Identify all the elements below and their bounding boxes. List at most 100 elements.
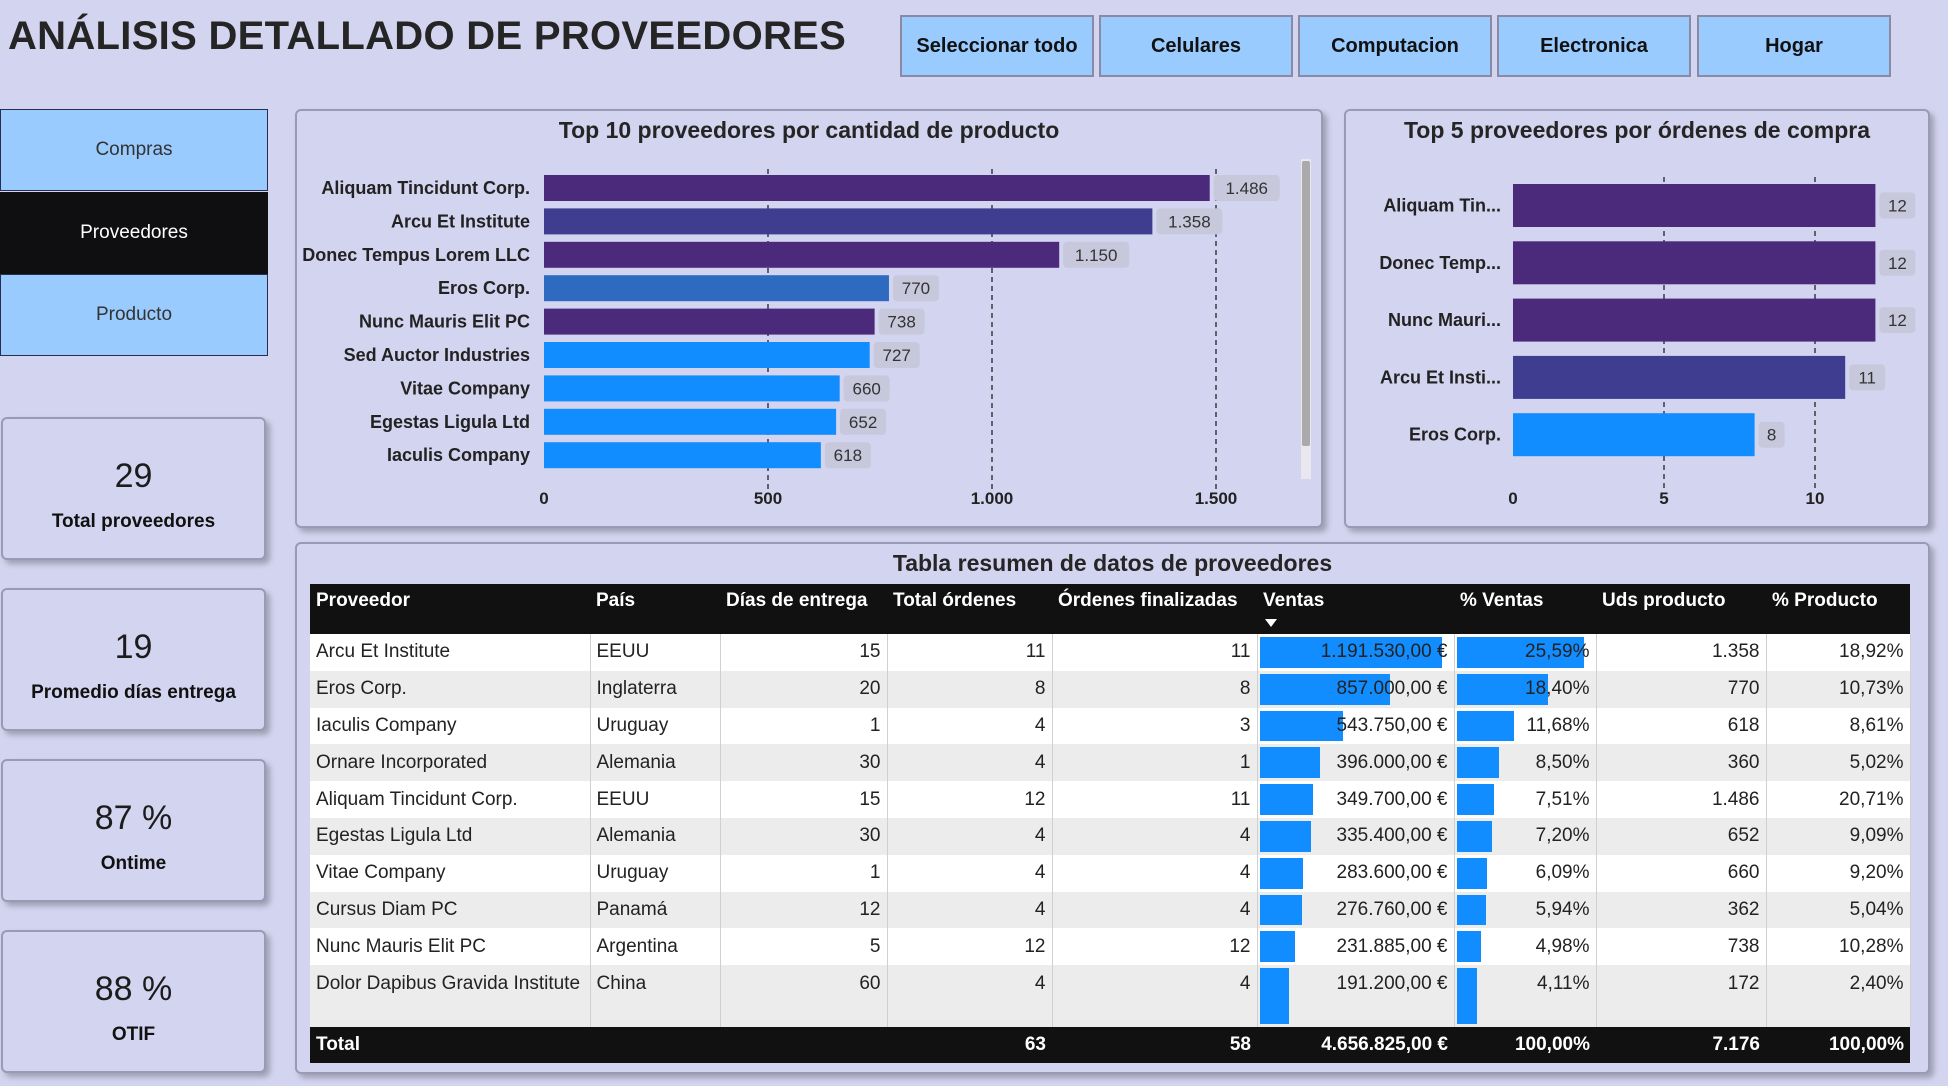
sort-descending-icon: [1265, 618, 1277, 627]
column-header[interactable]: % Producto: [1766, 584, 1910, 634]
data-label: 1.486: [1225, 179, 1268, 198]
data-bar: [1456, 894, 1486, 926]
cell-uds-producto: 770: [1596, 670, 1767, 708]
scrollbar-thumb[interactable]: [1302, 161, 1310, 446]
table-row[interactable]: Ornare Incorporated Alemania 30 4 1 396.000,0…: [310, 744, 1911, 782]
column-header[interactable]: Días de entrega: [720, 584, 887, 634]
column-header[interactable]: Proveedor: [310, 584, 590, 634]
filter-button-celulares[interactable]: Celulares: [1099, 15, 1293, 77]
cell-pct-ventas: 7,51%: [1454, 781, 1597, 818]
kpi-label: Ontime: [100, 853, 167, 874]
column-header[interactable]: Total órdenes: [887, 584, 1052, 634]
kpi-value: 87 %: [94, 799, 173, 837]
cell-text: 4,11%: [1537, 973, 1590, 995]
cell-pct-ventas: 8,50%: [1454, 744, 1597, 782]
cell-ordenes-finalizadas: 4: [1052, 854, 1258, 892]
cell-pais: Alemania: [590, 817, 721, 855]
data-label: 11: [1858, 368, 1876, 387]
cell-pct-producto: 10,28%: [1766, 928, 1911, 966]
kpi-value: 19: [114, 628, 153, 666]
table-row[interactable]: Dolor Dapibus Gravida Institute China 60 4 4…: [310, 965, 1911, 1028]
bar: [1513, 298, 1876, 342]
x-tick-label: 0: [539, 489, 548, 508]
table-row[interactable]: Arcu Et Institute EEUU 15 11 11 1.191.530,00 …: [310, 634, 1911, 671]
column-header[interactable]: Órdenes finalizadas: [1052, 584, 1257, 634]
cell-ordenes-finalizadas: 4: [1052, 891, 1258, 929]
cell-pct-ventas: 6,09%: [1454, 854, 1597, 892]
cell-pct-producto: 9,09%: [1766, 817, 1911, 855]
cell-text: 396.000,00 €: [1336, 751, 1448, 773]
data-label: 652: [849, 413, 877, 432]
column-header-ventas[interactable]: Ventas: [1257, 584, 1454, 634]
category-label: Nunc Mauris Elit PC: [359, 312, 530, 332]
cell-proveedor: Cursus Diam PC: [310, 891, 591, 929]
total-cell: 63: [887, 1027, 1052, 1064]
cell-text: 18,40%: [1525, 678, 1590, 700]
category-label: Arcu Et Institute: [391, 211, 530, 231]
cell-proveedor: Ornare Incorporated: [310, 744, 591, 782]
table-row[interactable]: Aliquam Tincidunt Corp. EEUU 15 12 11 349.700…: [310, 781, 1911, 818]
data-bar: [1456, 710, 1515, 742]
table-row[interactable]: Egestas Ligula Ltd Alemania 30 4 4 335.400,00…: [310, 817, 1911, 855]
cell-proveedor: Vitae Company: [310, 854, 591, 892]
cell-total-ordenes: 4: [887, 707, 1053, 745]
filter-button-seleccionar-todo[interactable]: Seleccionar todo: [900, 15, 1094, 77]
table-row[interactable]: Vitae Company Uruguay 1 4 4 283.600,00 €6,09%…: [310, 854, 1911, 892]
bar: [1513, 241, 1876, 285]
table-row[interactable]: Nunc Mauris Elit PC Argentina 5 12 12 231.885…: [310, 928, 1911, 966]
data-bar: [1456, 931, 1482, 963]
cell-uds-producto: 172: [1596, 965, 1767, 1028]
cell-text: 231.885,00 €: [1336, 935, 1448, 957]
cell-pct-producto: 8,61%: [1766, 707, 1911, 745]
table-row[interactable]: Iaculis Company Uruguay 1 4 3 543.750,00 € 11,…: [310, 707, 1911, 745]
total-cell: 58: [1052, 1027, 1257, 1064]
filter-button-computacion[interactable]: Computacion: [1298, 15, 1492, 77]
cell-pct-producto: 18,92%: [1766, 634, 1911, 671]
table-row[interactable]: Cursus Diam PC Panamá 12 4 4 276.760,00 €5,94…: [310, 891, 1911, 929]
data-label: 1.358: [1168, 212, 1211, 231]
data-label: 1.150: [1075, 246, 1118, 265]
nav-compras-button[interactable]: Compras: [0, 109, 268, 191]
cell-pais: China: [590, 965, 721, 1028]
cell-ordenes-finalizadas: 3: [1052, 707, 1258, 745]
category-label: Nunc Mauri...: [1388, 310, 1501, 330]
cell-text: 4,98%: [1535, 935, 1590, 957]
filter-button-hogar[interactable]: Hogar: [1697, 15, 1891, 77]
cell-pct-producto: 10,73%: [1766, 670, 1911, 708]
total-cell: 100,00%: [1766, 1027, 1910, 1064]
cell-ventas: 349.700,00 €: [1257, 781, 1455, 818]
kpi-card-promedio-dias: 19 Promedio días entrega: [1, 588, 266, 731]
cell-proveedor: Eros Corp.: [310, 670, 591, 708]
cell-dias-entrega: 1: [720, 707, 888, 745]
cell-ventas: 335.400,00 €: [1257, 817, 1455, 855]
cell-total-ordenes: 11: [887, 634, 1053, 671]
category-label: Iaculis Company: [387, 445, 530, 465]
data-bar: [1259, 857, 1303, 889]
data-label: 770: [902, 279, 930, 298]
column-header[interactable]: Uds producto: [1596, 584, 1766, 634]
bar: [544, 342, 870, 368]
cell-proveedor: Egestas Ligula Ltd: [310, 817, 591, 855]
category-label: Vitae Company: [400, 378, 530, 398]
cell-ordenes-finalizadas: 1: [1052, 744, 1258, 782]
category-label: Sed Auctor Industries: [344, 345, 530, 365]
cell-proveedor: Aliquam Tincidunt Corp.: [310, 781, 591, 818]
column-header[interactable]: % Ventas: [1454, 584, 1596, 634]
cell-dias-entrega: 20: [720, 670, 888, 708]
x-tick-label: 1.500: [1195, 489, 1238, 508]
cell-text: 349.700,00 €: [1336, 788, 1448, 810]
cell-ventas: 1.191.530,00 €: [1257, 634, 1455, 671]
cell-ordenes-finalizadas: 11: [1052, 634, 1258, 671]
table-row[interactable]: Eros Corp. Inglaterra 20 8 8 857.000,00 €18,4…: [310, 670, 1911, 708]
cell-dias-entrega: 30: [720, 744, 888, 782]
filter-button-electronica[interactable]: Electronica: [1497, 15, 1691, 77]
nav-producto-button[interactable]: Producto: [0, 274, 268, 356]
cell-text: 11,68%: [1526, 714, 1590, 736]
nav-proveedores-button[interactable]: Proveedores: [0, 192, 268, 274]
cell-proveedor: Dolor Dapibus Gravida Institute: [310, 965, 591, 1028]
category-label: Donec Tempus Lorem LLC: [302, 245, 530, 265]
kpi-value: 88 %: [94, 970, 173, 1008]
cell-ventas: 543.750,00 €: [1257, 707, 1455, 745]
column-header[interactable]: País: [590, 584, 720, 634]
cell-text: 6,09%: [1535, 862, 1590, 884]
